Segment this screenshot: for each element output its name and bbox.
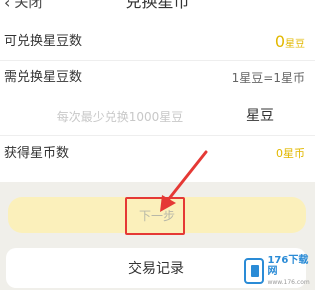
watermark-sub-text: www.176.com [267,278,310,286]
needed-beans-row: 需兑换星豆数 1星豆=1星币 [0,60,315,96]
bean-input-row: 星豆 [0,98,315,134]
obtain-coins-label: 获得星币数 [4,146,70,161]
page-title: 兑换星币 [125,0,190,11]
needed-beans-label: 需兑换星豆数 [4,70,83,85]
top-nav-bar: ‹ 关闭 兑换星币 [0,0,315,22]
site-watermark: 176下载网 www.176.com [244,254,314,288]
next-step-button[interactable]: 下一步 [8,197,306,233]
obtain-coins-value: 0星币 [276,147,305,160]
obtain-coins-row: 获得星币数 0星币 [0,136,315,172]
bean-input-unit: 星豆 [246,108,274,124]
watermark-main-text: 176下载网 [267,254,309,277]
watermark-text: 176下载网 www.176.com [267,255,314,288]
exchange-rate-text: 1星豆=1星币 [231,71,305,85]
available-beans-unit: 星豆 [285,39,305,50]
available-beans-amount: 0 [274,32,285,51]
site-logo-icon [244,258,265,284]
available-beans-value: 0星豆 [275,24,305,60]
exchange-form: 可兑换星豆数 0星豆 需兑换星豆数 1星豆=1星币 星豆 获得星币数 0星币 [0,22,315,182]
available-beans-label: 可兑换星豆数 [4,34,83,49]
available-beans-row: 可兑换星豆数 0星豆 [0,24,315,60]
bean-amount-input[interactable] [18,104,222,130]
